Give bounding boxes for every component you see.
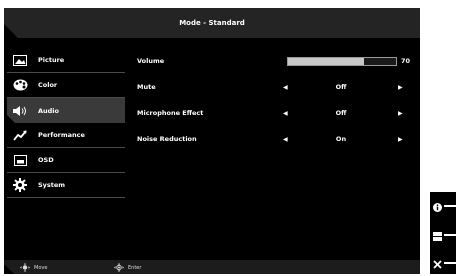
microphone-effect-value: Off [335, 109, 347, 117]
mute-row[interactable]: Mute ◀ Off ▶ [137, 74, 412, 100]
volume-label: Volume [137, 57, 165, 65]
sidebar: Picture Color Audio Performance OSD Syst… [7, 48, 125, 198]
gear-icon [12, 178, 28, 192]
key-indicator-line [444, 234, 456, 236]
volume-row[interactable]: Volume 70 [137, 48, 412, 74]
sidebar-item-performance[interactable]: Performance [7, 123, 125, 148]
key-indicator-line [444, 262, 456, 264]
sidebar-item-system[interactable]: System [7, 173, 125, 198]
arrow-left-icon[interactable]: ◀ [283, 84, 288, 91]
speaker-icon [12, 104, 28, 118]
joystick-move-icon [18, 263, 32, 272]
menu-header: Mode - Standard [4, 8, 420, 38]
sidebar-item-label: Audio [38, 106, 60, 115]
enter-label: Enter [128, 264, 142, 271]
hotkey-panel [430, 192, 456, 274]
color-palette-icon [12, 78, 28, 92]
move-hint: Move [18, 263, 47, 272]
sidebar-item-audio[interactable]: Audio [7, 98, 125, 123]
sidebar-item-picture[interactable]: Picture [7, 48, 125, 73]
microphone-effect-row[interactable]: Microphone Effect ◀ Off ▶ [137, 100, 412, 126]
arrow-right-icon[interactable]: ▶ [398, 84, 403, 91]
arrow-right-icon[interactable]: ▶ [398, 136, 403, 143]
noise-reduction-value: On [335, 135, 347, 143]
close-icon [433, 254, 442, 273]
osd-menu: Mode - Standard Picture Color Audio Perf… [4, 8, 420, 274]
noise-reduction-label: Noise Reduction [137, 135, 197, 143]
footer-hints: Move Enter [4, 260, 420, 274]
noise-reduction-row[interactable]: Noise Reduction ◀ On ▶ [137, 126, 412, 152]
arrow-left-icon[interactable]: ◀ [283, 136, 288, 143]
enter-hint: Enter [112, 263, 141, 272]
info-key[interactable] [433, 199, 456, 213]
mute-label: Mute [137, 83, 156, 91]
key-indicator-line [444, 205, 456, 207]
osd-icon [12, 153, 28, 167]
mute-value: Off [335, 83, 347, 91]
arrow-left-icon[interactable]: ◀ [283, 110, 288, 117]
sidebar-item-color[interactable]: Color [7, 73, 125, 98]
volume-slider[interactable] [287, 57, 397, 66]
info-icon [433, 197, 442, 216]
exit-key[interactable] [433, 256, 456, 270]
microphone-effect-label: Microphone Effect [137, 109, 204, 117]
input-key[interactable] [433, 228, 456, 242]
input-source-icon [433, 226, 442, 245]
arrow-right-icon[interactable]: ▶ [398, 110, 403, 117]
volume-value: 70 [401, 57, 411, 65]
sidebar-item-label: System [38, 181, 66, 189]
sidebar-item-label: Picture [38, 56, 65, 64]
mode-title: Mode - Standard [179, 19, 245, 27]
move-label: Move [34, 264, 48, 271]
performance-icon [12, 128, 28, 142]
sidebar-item-label: Color [38, 81, 58, 89]
sidebar-item-label: OSD [38, 156, 54, 164]
volume-slider-fill [288, 58, 364, 65]
joystick-enter-icon [112, 263, 126, 272]
audio-settings: Volume 70 Mute ◀ Off ▶ Microphone Effect… [137, 48, 412, 152]
sidebar-item-label: Performance [38, 131, 85, 139]
picture-icon [12, 53, 28, 67]
sidebar-item-osd[interactable]: OSD [7, 148, 125, 173]
